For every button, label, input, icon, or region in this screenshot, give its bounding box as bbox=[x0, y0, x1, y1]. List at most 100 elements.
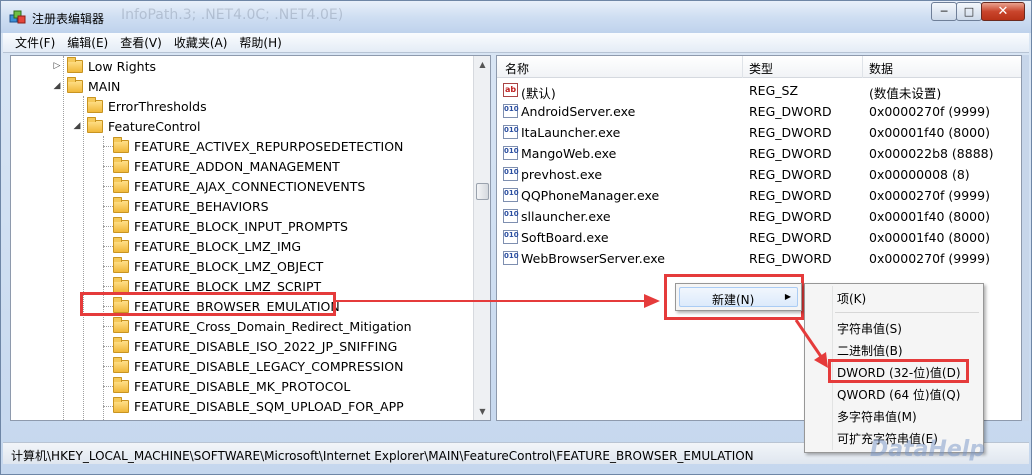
column-separator[interactable] bbox=[862, 56, 863, 78]
value-type: REG_DWORD bbox=[749, 188, 832, 203]
value-data: 0x0000270f (9999) bbox=[869, 251, 990, 266]
tree-item-label: FEATURE_Cross_Domain_Redirect_Mitigation bbox=[134, 318, 412, 334]
window-right-edge bbox=[1022, 55, 1029, 421]
value-type: REG_DWORD bbox=[749, 209, 832, 224]
scroll-up-arrow-icon[interactable]: ▲ bbox=[474, 56, 490, 73]
minimize-button[interactable]: ─ bbox=[931, 2, 957, 21]
value-row[interactable]: 010 MangoWeb.exe REG_DWORD 0x000022b8 (8888… bbox=[497, 143, 1021, 164]
tree-item-feature[interactable]: FEATURE_ADDON_MANAGEMENT bbox=[91, 156, 340, 176]
tree-item-feature[interactable]: FEATURE_BLOCK_INPUT_PROMPTS bbox=[91, 216, 348, 236]
tree-item-label: FEATURE_DISABLE_ISO_2022_JP_SNIFFING bbox=[134, 338, 398, 354]
binary-value-icon: 010 bbox=[503, 230, 519, 244]
binary-value-icon: 010 bbox=[503, 209, 519, 223]
value-name: sllauncher.exe bbox=[521, 209, 611, 224]
value-row[interactable]: ab (默认) REG_SZ (数值未设置) bbox=[497, 80, 1021, 101]
tree-item-feature[interactable]: FEATURE_BEHAVIORS bbox=[91, 196, 269, 216]
value-type: REG_DWORD bbox=[749, 125, 832, 140]
column-header-name[interactable]: 名称 bbox=[505, 60, 529, 77]
value-name: (默认) bbox=[521, 86, 556, 101]
binary-value-icon: 010 bbox=[503, 104, 519, 118]
background-window-text: InfoPath.3; .NET4.0C; .NET4.0E) bbox=[121, 7, 344, 23]
value-data: 0x00001f40 (8000) bbox=[869, 209, 990, 224]
menu-help[interactable]: 帮助(H) bbox=[233, 34, 287, 51]
value-row[interactable]: 010 prevhost.exe REG_DWORD 0x00000008 (8) bbox=[497, 164, 1021, 185]
tree-item-feature[interactable]: FEATURE_Cross_Domain_Redirect_Mitigation bbox=[91, 316, 412, 336]
tree-branch-line bbox=[103, 366, 113, 367]
list-header: 名称 类型 数据 bbox=[497, 56, 1021, 78]
tree-item-featurecontrol[interactable]: ◢ FeatureControl bbox=[71, 116, 200, 136]
tree-item-main[interactable]: ◢ MAIN bbox=[51, 76, 120, 96]
tree-item-label: FEATURE_ACTIVEX_REPURPOSEDETECTION bbox=[134, 138, 404, 154]
tree-branch-line bbox=[103, 146, 113, 147]
tree-branch-line bbox=[103, 266, 113, 267]
value-row[interactable]: 010 sllauncher.exe REG_DWORD 0x00001f40 (80… bbox=[497, 206, 1021, 227]
value-name: SoftBoard.exe bbox=[521, 230, 609, 245]
tree-item-errorthresholds[interactable]: ErrorThresholds bbox=[71, 96, 207, 116]
value-row[interactable]: 010 WebBrowserServer.exe REG_DWORD 0x000027… bbox=[497, 248, 1021, 269]
submenu-item-key[interactable]: 项(K) bbox=[837, 290, 866, 307]
scroll-down-arrow-icon[interactable]: ▼ bbox=[474, 403, 490, 420]
tree-item-feature[interactable]: FEATURE_ACTIVEX_REPURPOSEDETECTION bbox=[91, 136, 403, 156]
submenu-arrow-icon: ▶ bbox=[784, 292, 791, 301]
tree-item-feature[interactable]: FEATURE_BLOCK_LMZ_IMG bbox=[91, 236, 301, 256]
menu-file[interactable]: 文件(F) bbox=[9, 34, 61, 51]
collapse-arrow-icon[interactable]: ◢ bbox=[71, 121, 83, 131]
submenu-separator bbox=[835, 312, 979, 313]
tree-item-feature[interactable]: FEATURE_AJAX_CONNECTIONEVENTS bbox=[91, 176, 365, 196]
tree-item-feature[interactable]: FEATURE_DISABLE_SQM_UPLOAD_FOR_APP bbox=[91, 396, 404, 416]
value-type: REG_DWORD bbox=[749, 251, 832, 266]
folder-icon bbox=[67, 56, 83, 73]
value-row[interactable]: 010 SoftBoard.exe REG_DWORD 0x00001f40 (800… bbox=[497, 227, 1021, 248]
annotation-arrow-to-dword-icon bbox=[794, 319, 828, 368]
tree-branch-line bbox=[103, 186, 113, 187]
folder-icon bbox=[113, 376, 129, 393]
column-header-data[interactable]: 数据 bbox=[869, 60, 893, 77]
value-row[interactable]: 010 AndroidServer.exe REG_DWORD 0x0000270f … bbox=[497, 101, 1021, 122]
submenu-item-binary[interactable]: 二进制值(B) bbox=[837, 342, 903, 359]
registry-editor-icon bbox=[9, 10, 26, 24]
folder-icon bbox=[87, 116, 103, 133]
folder-icon bbox=[113, 356, 129, 373]
close-button[interactable]: ✕ bbox=[981, 2, 1025, 21]
folder-icon bbox=[87, 96, 103, 113]
folder-icon bbox=[113, 136, 129, 153]
value-row[interactable]: 010 ItaLauncher.exe REG_DWORD 0x00001f40 (8… bbox=[497, 122, 1021, 143]
tree-item-feature[interactable]: FEATURE_DISABLE_MK_PROTOCOL bbox=[91, 376, 350, 396]
value-name: ItaLauncher.exe bbox=[521, 125, 621, 140]
tree-item-label: FEATURE_BLOCK_INPUT_PROMPTS bbox=[134, 218, 348, 234]
tree-item-label: MAIN bbox=[88, 78, 121, 94]
menu-view[interactable]: 查看(V) bbox=[114, 34, 168, 51]
tree-item-feature[interactable]: FEATURE_BLOCK_LMZ_OBJECT bbox=[91, 256, 323, 276]
value-type: REG_DWORD bbox=[749, 104, 832, 119]
tree-item-label: FEATURE_BLOCK_LMZ_OBJECT bbox=[134, 258, 324, 274]
tree-branch-line bbox=[103, 246, 113, 247]
context-menu-new[interactable]: 新建(N) ▶ bbox=[679, 287, 798, 307]
expand-arrow-icon[interactable]: ▷ bbox=[51, 61, 63, 71]
folder-icon bbox=[113, 316, 129, 333]
folder-icon bbox=[113, 276, 129, 293]
binary-value-icon: 010 bbox=[503, 167, 519, 181]
column-header-type[interactable]: 类型 bbox=[749, 60, 773, 77]
collapse-arrow-icon[interactable]: ◢ bbox=[51, 81, 63, 91]
submenu-item-multi-string[interactable]: 多字符串值(M) bbox=[837, 408, 917, 425]
menu-favorites[interactable]: 收藏夹(A) bbox=[168, 34, 234, 51]
registry-tree-pane[interactable]: ▷ Low Rights ◢ MAIN ErrorThresholds ◢ Fe… bbox=[10, 55, 491, 421]
context-menu: 新建(N) ▶ bbox=[675, 283, 802, 311]
tree-item-label: FeatureControl bbox=[108, 118, 201, 134]
tree-item-feature[interactable]: FEATURE_DISABLE_ISO_2022_JP_SNIFFING bbox=[91, 336, 397, 356]
tree-item-label: FEATURE_BLOCK_LMZ_IMG bbox=[134, 238, 302, 254]
menu-edit[interactable]: 编辑(E) bbox=[61, 34, 114, 51]
watermark-logo: DataHelp bbox=[870, 437, 986, 462]
tree-item-low-rights[interactable]: ▷ Low Rights bbox=[51, 56, 156, 76]
submenu-item-string[interactable]: 字符串值(S) bbox=[837, 320, 902, 337]
column-separator[interactable] bbox=[742, 56, 743, 78]
submenu-item-qword[interactable]: QWORD (64 位)值(Q) bbox=[837, 386, 960, 403]
tree-vertical-scrollbar[interactable]: ▲ ▼ bbox=[473, 56, 490, 420]
tree-guide-line bbox=[83, 96, 84, 420]
title-bar[interactable]: 注册表编辑器 InfoPath.3; .NET4.0C; .NET4.0E) ─… bbox=[1, 1, 1031, 33]
tree-item-feature[interactable]: FEATURE_DISABLE_LEGACY_COMPRESSION bbox=[91, 356, 404, 376]
value-name: prevhost.exe bbox=[521, 167, 603, 182]
value-row[interactable]: 010 QQPhoneManager.exe REG_DWORD 0x0000270f… bbox=[497, 185, 1021, 206]
scrollbar-thumb[interactable] bbox=[476, 183, 489, 200]
maximize-button[interactable]: □ bbox=[956, 2, 982, 21]
